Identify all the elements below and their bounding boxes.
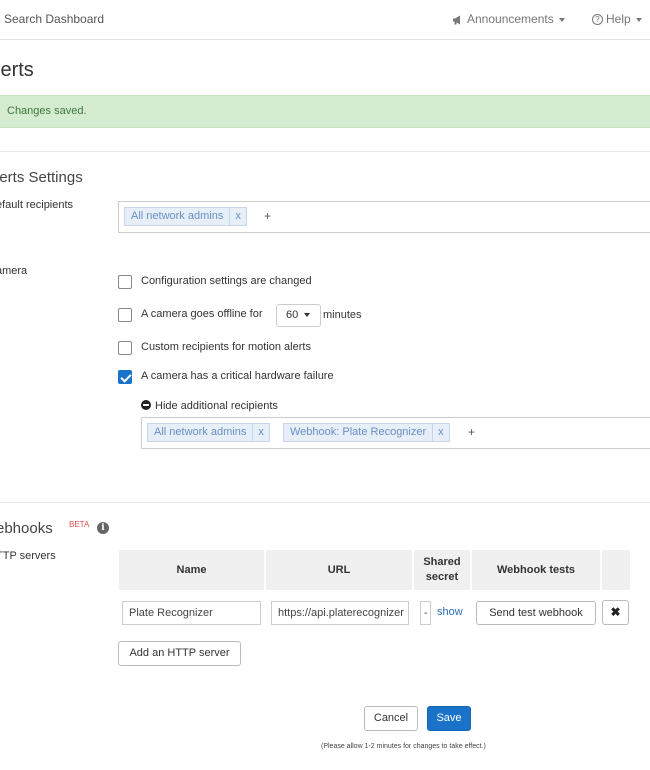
column-header-webhook-tests: Webhook tests [472, 550, 602, 590]
divider [0, 151, 650, 152]
cancel-button[interactable]: Cancel [364, 706, 418, 731]
column-header-url: URL [266, 550, 414, 590]
remove-tag-icon[interactable]: x [252, 424, 269, 441]
recipient-tag: All network admins x [124, 207, 247, 226]
help-menu[interactable]: ? Help [592, 12, 642, 26]
column-header-name: Name [119, 550, 266, 590]
camera-offline-label: A camera goes offline for [141, 308, 263, 320]
recipient-tag-label: Webhook: Plate Recognizer [290, 426, 427, 438]
offline-minutes-value: 60 [286, 309, 299, 321]
announcements-label: Announcements [467, 12, 554, 26]
save-note: (Please allow 1-2 minutes for changes to… [321, 743, 486, 750]
hide-recipients-label: Hide additional recipients [155, 400, 278, 412]
camera-offline-checkbox[interactable] [118, 308, 132, 322]
hardware-failure-checkbox[interactable] [118, 370, 132, 384]
save-button[interactable]: Save [427, 706, 471, 731]
remove-tag-icon[interactable]: x [229, 208, 246, 225]
send-test-webhook-button[interactable]: Send test webhook [476, 601, 596, 625]
recipient-tag-label: All network admins [154, 426, 247, 438]
announcements-menu[interactable]: Announcements [452, 12, 565, 26]
alerts-settings-title: lerts Settings [0, 169, 83, 186]
column-header-shared-secret: Shared secret [414, 550, 472, 590]
success-message: Changes saved. [7, 105, 87, 117]
config-changed-label: Configuration settings are changed [141, 275, 312, 287]
shared-secret-input[interactable]: - [420, 601, 431, 625]
search-dashboard-link[interactable]: Search Dashboard [4, 12, 104, 26]
add-recipient-icon[interactable]: + [468, 425, 475, 439]
beta-badge: BETA [69, 520, 90, 529]
camera-label: amera [0, 265, 28, 277]
recipient-tag: All network admins x [147, 423, 270, 442]
page-title: lerts [0, 59, 34, 81]
recipient-tag-label: All network admins [131, 210, 224, 222]
success-banner: Changes saved. [0, 95, 650, 128]
column-header-actions [602, 550, 630, 590]
default-recipients-input[interactable]: All network admins x + [118, 201, 650, 233]
motion-recipients-checkbox[interactable] [118, 341, 132, 355]
server-name-input[interactable]: Plate Recognizer [122, 601, 261, 625]
chevron-down-icon [304, 313, 311, 318]
help-label: Help [606, 12, 631, 26]
top-bar: Search Dashboard Announcements ? Help [0, 0, 650, 40]
config-changed-checkbox[interactable] [118, 275, 132, 289]
default-recipients-label: efault recipients [0, 199, 74, 211]
info-icon[interactable]: i [97, 522, 109, 534]
http-servers-label: TTP servers [0, 550, 56, 562]
help-icon: ? [592, 14, 603, 26]
close-icon: ✖ [610, 605, 621, 619]
motion-recipients-label: Custom recipients for motion alerts [141, 341, 311, 353]
hardware-failure-label: A camera has a critical hardware failure [141, 370, 334, 382]
recipient-tag: Webhook: Plate Recognizer x [283, 423, 450, 442]
minutes-label: minutes [323, 309, 362, 321]
remove-tag-icon[interactable]: x [432, 424, 449, 441]
add-recipient-icon[interactable]: + [264, 209, 271, 223]
delete-server-button[interactable]: ✖ [602, 600, 629, 625]
chevron-down-icon [635, 17, 642, 22]
offline-minutes-select[interactable]: 60 [276, 304, 321, 327]
server-url-input[interactable]: https://api.platerecognizer [271, 601, 409, 625]
show-secret-link[interactable]: show [437, 606, 463, 618]
minus-circle-icon [141, 400, 151, 410]
additional-recipients-input[interactable]: All network admins x Webhook: Plate Recog… [141, 417, 650, 449]
add-http-server-button[interactable]: Add an HTTP server [118, 641, 241, 666]
divider [0, 502, 650, 503]
chevron-down-icon [558, 17, 565, 22]
hide-recipients-toggle[interactable]: Hide additional recipients [141, 400, 278, 412]
webhooks-title: ebhooks [0, 520, 53, 537]
megaphone-icon [453, 15, 460, 25]
